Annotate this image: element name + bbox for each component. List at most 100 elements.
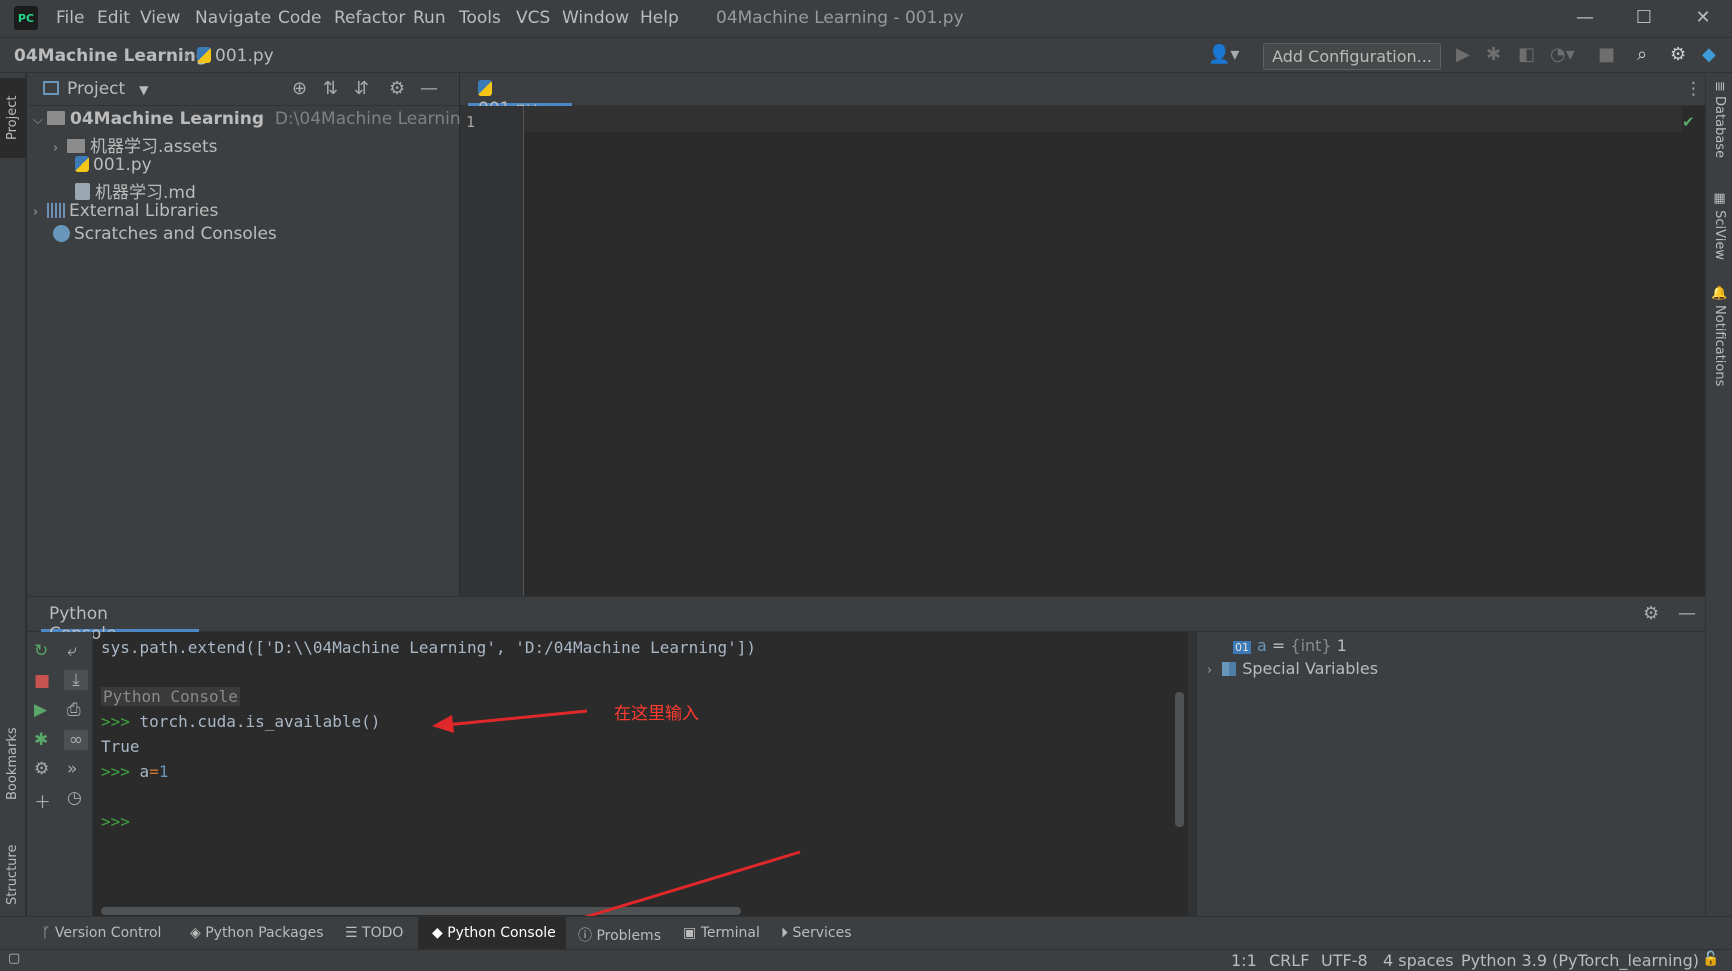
tab-python-packages[interactable]: ◈ Python Packages: [190, 925, 324, 941]
hide-panel-icon[interactable]: —: [420, 78, 438, 99]
rerun-icon[interactable]: ↻: [34, 641, 48, 661]
console-settings-gear-icon[interactable]: ⚙: [1643, 603, 1659, 624]
minimize-button[interactable]: —: [1570, 4, 1600, 32]
tab-terminal[interactable]: ▣ Terminal: [683, 925, 760, 941]
structure-tool-button[interactable]: Structure: [0, 820, 26, 905]
python-console-tab[interactable]: Python Console✕: [41, 597, 199, 644]
inspection-ok-icon[interactable]: ✔: [1682, 113, 1695, 131]
tree-item-assets[interactable]: › 机器学习.assets: [53, 132, 218, 157]
project-view-selector[interactable]: Project ▼: [43, 79, 148, 99]
markdown-file-icon: [75, 183, 90, 200]
run-icon[interactable]: ▶: [1456, 44, 1470, 65]
vertical-scrollbar[interactable]: [1175, 692, 1184, 827]
expand-all-icon[interactable]: ⇅: [323, 78, 338, 99]
indent-setting[interactable]: 4 spaces: [1383, 951, 1454, 970]
print-icon[interactable]: ⎙: [67, 700, 81, 720]
execute-multiple-icon[interactable]: »: [67, 759, 77, 779]
show-variables-icon[interactable]: ∞: [64, 730, 88, 750]
tree-item-scratches[interactable]: Scratches and Consoles: [53, 224, 277, 244]
breadcrumb-separator: ›: [183, 46, 190, 65]
special-variables-row[interactable]: › Special Variables: [1207, 659, 1378, 678]
database-tool-button[interactable]: ≣ Database: [1706, 81, 1732, 171]
user-icon[interactable]: 👤▾: [1208, 44, 1239, 65]
menu-navigate[interactable]: Navigate: [195, 8, 271, 28]
menu-file[interactable]: File: [56, 8, 84, 28]
tab-services[interactable]: ⏵ Services: [781, 925, 852, 941]
tab-problems[interactable]: ⓘ Problems: [578, 925, 661, 945]
editor-tab-bar: 001.py✕ ⋮: [460, 73, 1705, 119]
coverage-icon[interactable]: ◧: [1518, 44, 1535, 65]
console-input-prompt[interactable]: >>>: [101, 812, 130, 831]
soft-wrap-icon[interactable]: ⤶: [67, 641, 77, 661]
add-configuration-button[interactable]: Add Configuration...: [1263, 43, 1441, 70]
navigation-bar: 04Machine Learning › 001.py 👤▾ Add Confi…: [0, 37, 1732, 73]
file-encoding[interactable]: UTF-8: [1321, 951, 1368, 970]
caret-position[interactable]: 1:1: [1231, 951, 1257, 970]
close-button[interactable]: ✕: [1688, 4, 1718, 32]
services-icon: ⏵: [781, 925, 793, 941]
line-number: 1: [466, 113, 476, 131]
tree-item-external-libraries[interactable]: › External Libraries: [33, 201, 218, 221]
menu-tools[interactable]: Tools: [459, 8, 501, 28]
menu-run[interactable]: Run: [413, 8, 446, 28]
line-separator[interactable]: CRLF: [1269, 951, 1309, 970]
editor-area[interactable]: 001.py✕ ⋮ 1 ✔: [460, 73, 1705, 596]
debug-bug-icon[interactable]: ✱: [34, 730, 48, 750]
debug-icon[interactable]: ✱: [1486, 44, 1501, 65]
console-splitter[interactable]: [1187, 632, 1197, 917]
menu-code[interactable]: Code: [278, 8, 322, 28]
menu-view[interactable]: View: [140, 8, 180, 28]
breadcrumb-project[interactable]: 04Machine Learning: [14, 46, 208, 66]
tree-root[interactable]: ⌵ 04Machine Learning D:\04Machine Learnin…: [33, 109, 471, 129]
menu-window[interactable]: Window: [562, 8, 629, 28]
menu-refactor[interactable]: Refactor: [334, 8, 405, 28]
gear-icon[interactable]: ⚙: [1670, 44, 1686, 65]
history-clock-icon[interactable]: ◷: [67, 788, 82, 808]
tab-version-control[interactable]: ᚴ Version Control: [42, 925, 161, 941]
pycharm-logo-icon: PC: [14, 6, 38, 30]
profile-icon[interactable]: ◔▾: [1550, 44, 1575, 65]
stop-icon[interactable]: ■: [34, 671, 50, 691]
options-gear-icon[interactable]: ⚙: [389, 78, 405, 99]
editor-tab-001py[interactable]: 001.py✕: [468, 73, 572, 119]
menu-edit[interactable]: Edit: [97, 8, 130, 28]
project-view-icon: [43, 81, 59, 95]
branch-icon: ᚴ: [42, 925, 55, 941]
maximize-button[interactable]: ☐: [1629, 4, 1659, 32]
project-tool-button[interactable]: Project: [0, 78, 26, 158]
menu-help[interactable]: Help: [640, 8, 679, 28]
title-bar: PC File Edit View Navigate Code Refactor…: [0, 0, 1732, 37]
notifications-tool-button[interactable]: 🔔 Notifications: [1706, 285, 1732, 425]
tab-python-console[interactable]: ◆ Python Console: [432, 925, 556, 941]
search-icon[interactable]: ⌕: [1637, 44, 1647, 65]
python-console-panel: Python Console✕ ⚙ — ↻ ■ ▶ ✱ ⚙ ＋ ⤶ ⤓ ⎙ ∞ …: [27, 596, 1705, 917]
scroll-to-end-icon[interactable]: ⤓: [64, 670, 88, 690]
tree-item-md[interactable]: 机器学习.md: [75, 178, 196, 203]
int-variable-icon: 01: [1233, 641, 1251, 654]
locate-icon[interactable]: ⊕: [292, 78, 307, 99]
tree-item-001py[interactable]: 001.py: [75, 155, 152, 175]
toggle-tool-windows-icon[interactable]: ▢: [8, 951, 20, 966]
more-options-icon[interactable]: ⋮: [1685, 79, 1702, 99]
editor-gutter: [460, 106, 524, 596]
breadcrumb-file[interactable]: 001.py: [197, 46, 274, 66]
variable-a-row[interactable]: 01 a = {int} 1: [1233, 636, 1347, 655]
collapse-all-icon[interactable]: ⇵: [354, 78, 369, 99]
chevron-right-icon: ›: [1207, 663, 1213, 678]
folder-icon: [67, 139, 85, 153]
hide-panel-icon[interactable]: —: [1678, 603, 1696, 624]
window-title: 04Machine Learning - 001.py: [716, 8, 964, 28]
jetbrains-ai-icon[interactable]: ◆: [1702, 44, 1716, 65]
new-console-plus-icon[interactable]: ＋: [34, 788, 51, 813]
python-interpreter[interactable]: Python 3.9 (PyTorch_learning): [1461, 951, 1699, 970]
menu-vcs[interactable]: VCS: [516, 8, 550, 28]
sciview-tool-button[interactable]: ▦ SciView: [1706, 191, 1732, 281]
lock-icon[interactable]: 🔓: [1702, 951, 1719, 967]
bookmarks-tool-button[interactable]: Bookmarks: [0, 700, 26, 800]
execute-icon[interactable]: ▶: [34, 700, 47, 720]
console-output[interactable]: sys.path.extend(['D:\\04Machine Learning…: [101, 632, 1187, 917]
horizontal-scrollbar[interactable]: [101, 907, 741, 915]
stop-icon[interactable]: ■: [1598, 44, 1615, 65]
settings-gear-icon[interactable]: ⚙: [34, 759, 49, 779]
tab-todo[interactable]: ☰ TODO: [345, 925, 403, 941]
